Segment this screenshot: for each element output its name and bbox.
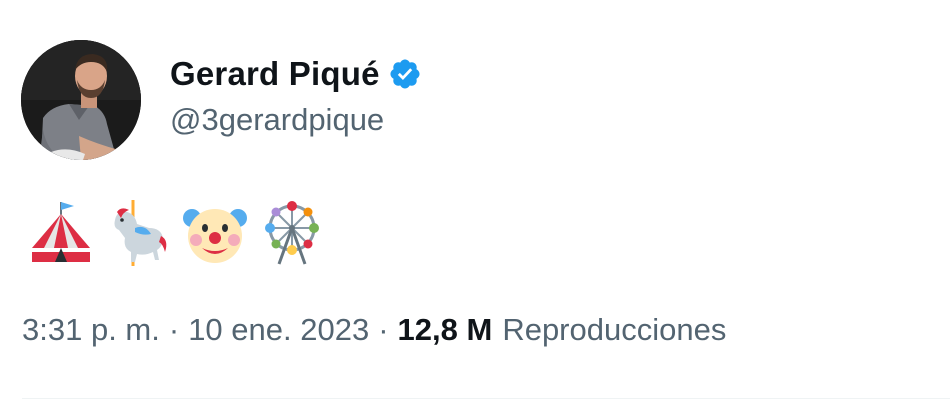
author-name-row: Gerard Piqué bbox=[170, 52, 422, 96]
tweet-time[interactable]: 3:31 p. m. bbox=[22, 312, 160, 348]
views-label[interactable]: Reproducciones bbox=[502, 312, 726, 348]
avatar[interactable] bbox=[21, 40, 141, 160]
circus-tent-icon bbox=[28, 198, 94, 268]
divider bbox=[22, 398, 950, 399]
verified-badge-icon[interactable] bbox=[388, 57, 422, 91]
author-handle[interactable]: @3gerardpique bbox=[170, 102, 384, 138]
carousel-horse-icon bbox=[105, 198, 171, 268]
tweet-metadata: 3:31 p. m. · 10 ene. 2023 · 12,8 M Repro… bbox=[22, 312, 726, 348]
ferris-wheel-icon bbox=[259, 198, 325, 268]
avatar-photo bbox=[21, 40, 141, 160]
author-display-name[interactable]: Gerard Piqué bbox=[170, 55, 380, 93]
tweet-text bbox=[28, 196, 336, 270]
tweet-card: Gerard Piqué @3gerardpique 3:31 p. m. · … bbox=[0, 0, 950, 407]
clown-face-icon bbox=[182, 198, 248, 268]
tweet-date[interactable]: 10 ene. 2023 bbox=[188, 312, 369, 348]
separator: · bbox=[168, 312, 180, 347]
views-count[interactable]: 12,8 M bbox=[398, 312, 493, 348]
separator: · bbox=[378, 312, 389, 347]
